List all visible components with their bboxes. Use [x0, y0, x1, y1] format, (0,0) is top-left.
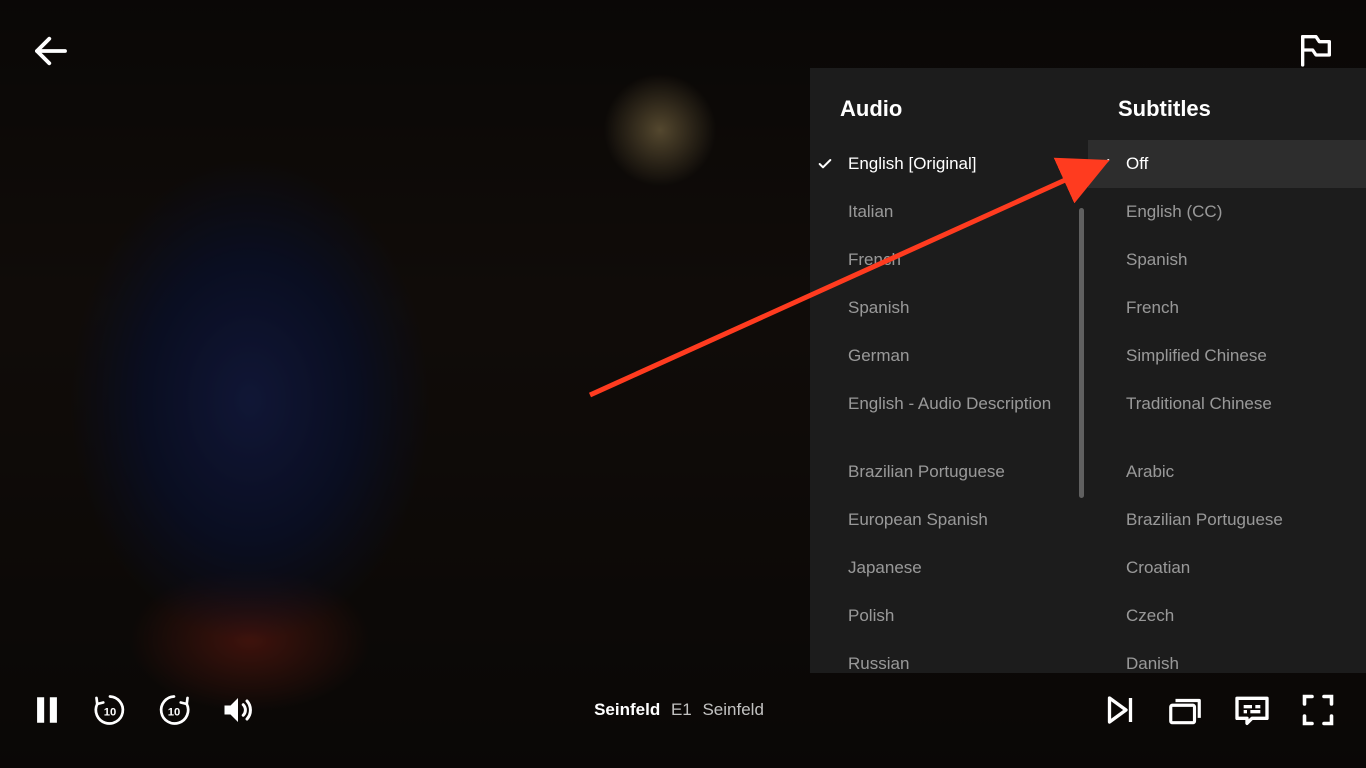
subtitle-option[interactable]: Arabic: [1088, 448, 1366, 496]
audio-option-label: English - Audio Description: [848, 394, 1051, 414]
audio-option-label: German: [848, 346, 909, 366]
subtitle-option[interactable]: Czech: [1088, 592, 1366, 640]
check-icon: [816, 155, 834, 173]
audio-option[interactable]: European Spanish: [810, 496, 1088, 544]
subtitle-option-label: Arabic: [1126, 462, 1174, 482]
back-arrow-icon: [30, 30, 72, 72]
subtitle-option[interactable]: Off: [1088, 140, 1366, 188]
audio-option-label: Japanese: [848, 558, 922, 578]
subtitle-option-label: Simplified Chinese: [1126, 346, 1267, 366]
subtitle-option[interactable]: Simplified Chinese: [1088, 332, 1366, 380]
flag-icon: [1296, 30, 1336, 70]
subtitle-option[interactable]: French: [1088, 284, 1366, 332]
audio-scrollbar[interactable]: [1079, 208, 1084, 673]
audio-option-label: Spanish: [848, 298, 909, 318]
volume-button[interactable]: [220, 692, 256, 728]
next-episode-icon: [1102, 692, 1138, 728]
audio-header: Audio: [810, 68, 1088, 140]
episodes-icon: [1166, 691, 1204, 729]
subtitles-button[interactable]: [1232, 690, 1272, 730]
player-controls-bar: 10 10 Seinfeld E1 Seinfeld: [0, 680, 1366, 740]
subtitle-option[interactable]: Traditional Chinese: [1088, 380, 1366, 428]
scrollbar-thumb[interactable]: [1079, 208, 1084, 498]
audio-options-list: English [Original] Italian French Spanish Ge…: [810, 140, 1088, 673]
subtitle-option-label: French: [1126, 298, 1179, 318]
fullscreen-icon: [1300, 692, 1336, 728]
audio-column: Audio English [Original] Italian French Spa…: [810, 68, 1088, 673]
flag-button[interactable]: [1296, 30, 1336, 70]
subtitle-option-label: Czech: [1126, 606, 1174, 626]
subtitles-icon: [1232, 690, 1272, 730]
audio-option[interactable]: French: [810, 236, 1088, 284]
subtitle-option[interactable]: Croatian: [1088, 544, 1366, 592]
audio-option[interactable]: Polish: [810, 592, 1088, 640]
subtitle-option[interactable]: Danish: [1088, 640, 1366, 673]
audio-option-label: Russian: [848, 654, 909, 673]
subtitle-option-label: English (CC): [1126, 202, 1222, 222]
episode-number: E1: [671, 700, 692, 719]
audio-subtitles-panel: Audio English [Original] Italian French Spa…: [810, 68, 1366, 673]
volume-icon: [220, 692, 256, 728]
subtitle-option-label: Traditional Chinese: [1126, 394, 1272, 414]
audio-option-label: Polish: [848, 606, 894, 626]
svg-text:10: 10: [104, 706, 117, 718]
subtitle-option-label: Brazilian Portuguese: [1126, 510, 1283, 530]
episodes-button[interactable]: [1166, 691, 1204, 729]
subtitle-option-label: Croatian: [1126, 558, 1190, 578]
subtitle-option[interactable]: Spanish: [1088, 236, 1366, 284]
subtitle-option-label: Danish: [1126, 654, 1179, 673]
subtitles-column: Subtitles Off English (CC) Spanish French Si…: [1088, 68, 1366, 673]
audio-option[interactable]: Japanese: [810, 544, 1088, 592]
audio-option[interactable]: Spanish: [810, 284, 1088, 332]
subtitle-option[interactable]: Brazilian Portuguese: [1088, 496, 1366, 544]
subtitles-header: Subtitles: [1088, 68, 1366, 140]
fullscreen-button[interactable]: [1300, 692, 1336, 728]
audio-option[interactable]: English [Original]: [810, 140, 1088, 188]
audio-option-label: Italian: [848, 202, 893, 222]
rewind-10-icon: 10: [92, 692, 128, 728]
forward-10-button[interactable]: 10: [156, 692, 192, 728]
video-player-viewport: Audio English [Original] Italian French Spa…: [0, 0, 1366, 768]
audio-option-label: French: [848, 250, 901, 270]
audio-option[interactable]: Italian: [810, 188, 1088, 236]
pause-button[interactable]: [30, 693, 64, 727]
subtitle-option-label: Off: [1126, 154, 1148, 174]
audio-option[interactable]: Russian: [810, 640, 1088, 673]
audio-option-label: European Spanish: [848, 510, 988, 530]
svg-text:10: 10: [168, 706, 181, 718]
check-icon: [1094, 155, 1112, 173]
playback-title: Seinfeld E1 Seinfeld: [256, 700, 1102, 720]
subtitle-option-label: Spanish: [1126, 250, 1187, 270]
subtitles-options-list: Off English (CC) Spanish French Simplified C…: [1088, 140, 1366, 673]
audio-option[interactable]: Brazilian Portuguese: [810, 448, 1088, 496]
audio-option[interactable]: English - Audio Description: [810, 380, 1088, 428]
next-episode-button[interactable]: [1102, 692, 1138, 728]
show-title: Seinfeld: [594, 700, 660, 719]
audio-option[interactable]: German: [810, 332, 1088, 380]
back-button[interactable]: [30, 30, 72, 72]
rewind-10-button[interactable]: 10: [92, 692, 128, 728]
audio-option-label: English [Original]: [848, 154, 977, 174]
pause-icon: [30, 693, 64, 727]
episode-name: Seinfeld: [702, 700, 763, 719]
audio-option-label: Brazilian Portuguese: [848, 462, 1005, 482]
subtitle-option[interactable]: English (CC): [1088, 188, 1366, 236]
forward-10-icon: 10: [156, 692, 192, 728]
